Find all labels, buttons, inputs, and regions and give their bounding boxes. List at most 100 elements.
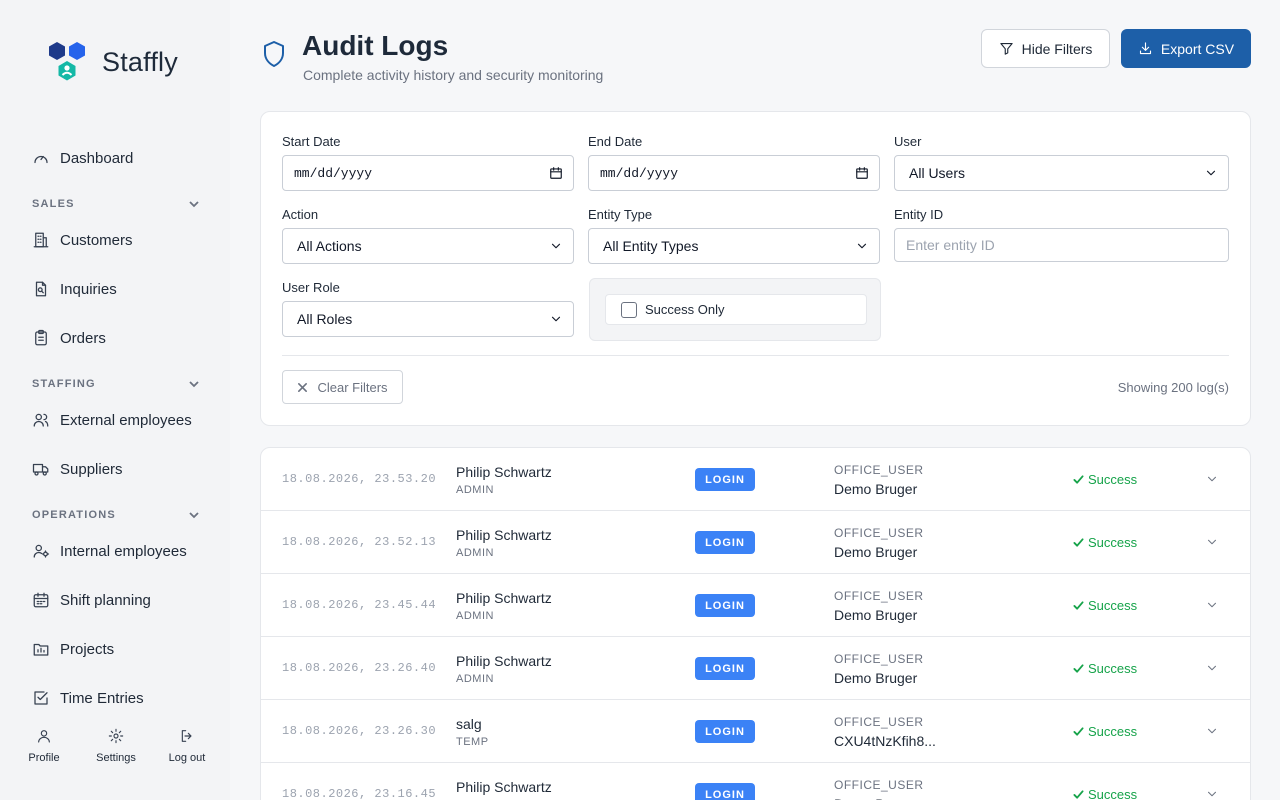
expand-row-button[interactable] — [1205, 472, 1219, 491]
expand-row-button[interactable] — [1205, 724, 1219, 743]
log-entity-name: Demo Bruger — [834, 544, 918, 560]
sidebar-item-external-employees[interactable]: External employees — [32, 408, 192, 432]
log-entity-name: Demo Bruger — [834, 607, 918, 623]
section-operations[interactable]: OPERATIONS — [32, 508, 200, 522]
log-user-role: TEMP — [456, 736, 489, 748]
file-search-icon — [32, 280, 50, 298]
status-label: Success — [1088, 535, 1138, 550]
log-user-role: ADMIN — [456, 484, 494, 496]
sidebar-item-label: Projects — [60, 640, 115, 658]
action-badge: LOGIN — [695, 720, 755, 743]
status-indicator: Success — [1073, 724, 1137, 739]
log-row[interactable]: 18.08.2026, 23.26.40 Philip Schwartz ADMIN… — [261, 637, 1250, 700]
log-row[interactable]: 18.08.2026, 23.45.44 Philip Schwartz ADMIN… — [261, 574, 1250, 637]
building-icon — [32, 231, 50, 249]
end-date-label: End Date — [588, 134, 643, 149]
brand-logo[interactable]: Staffly — [46, 40, 178, 84]
logout-label: Log out — [168, 752, 206, 764]
sidebar-item-inquiries[interactable]: Inquiries — [32, 277, 117, 301]
expand-row-button[interactable] — [1205, 661, 1219, 680]
success-only-label: Success Only — [645, 302, 725, 317]
users-icon — [32, 411, 50, 429]
user-role-select[interactable]: All Roles — [282, 301, 574, 337]
settings-button[interactable]: Settings — [94, 728, 138, 764]
shield-icon — [262, 40, 286, 73]
sidebar-item-label: Orders — [60, 329, 106, 347]
log-timestamp: 18.08.2026, 23.53.20 — [282, 472, 437, 486]
log-row[interactable]: 18.08.2026, 23.53.20 Philip Schwartz ADMIN… — [261, 448, 1250, 511]
log-timestamp: 18.08.2026, 23.52.13 — [282, 535, 437, 549]
sidebar: Staffly Dashboard SALES Customers Inquir… — [0, 0, 230, 800]
log-user-name: salg — [456, 716, 482, 732]
action-select[interactable]: All Actions — [282, 228, 574, 264]
action-badge: LOGIN — [695, 468, 755, 491]
log-user-role: ADMIN — [456, 610, 494, 622]
status-indicator: Success — [1073, 787, 1137, 800]
check-icon — [1073, 790, 1084, 799]
status-indicator: Success — [1073, 598, 1137, 613]
action-select-value: All Actions — [297, 238, 362, 254]
log-row[interactable]: 18.08.2026, 23.52.13 Philip Schwartz ADMIN… — [261, 511, 1250, 574]
sidebar-item-label: Internal employees — [60, 542, 187, 560]
log-entity-type: OFFICE_USER — [834, 526, 924, 540]
close-icon — [298, 382, 308, 392]
expand-row-button[interactable] — [1205, 535, 1219, 554]
sidebar-item-shift-planning[interactable]: Shift planning — [32, 588, 151, 612]
chevron-down-icon — [857, 243, 867, 249]
entity-id-label: Entity ID — [894, 207, 944, 222]
log-timestamp: 18.08.2026, 23.45.44 — [282, 598, 437, 612]
sidebar-item-label: Time Entries — [60, 689, 144, 707]
expand-row-button[interactable] — [1205, 787, 1219, 800]
sidebar-item-label: External employees — [60, 411, 192, 429]
entity-type-select-value: All Entity Types — [603, 238, 699, 254]
start-date-input[interactable]: mm/dd/yyyy — [282, 155, 574, 191]
gear-icon — [108, 728, 124, 744]
chevron-down-icon — [1207, 602, 1217, 608]
sidebar-item-customers[interactable]: Customers — [32, 228, 133, 252]
chevron-down-icon — [1206, 170, 1216, 176]
end-date-value: mm/dd/yyyy — [600, 165, 679, 181]
calendar-icon[interactable] — [855, 166, 869, 180]
entity-id-placeholder: Enter entity ID — [906, 237, 995, 253]
sidebar-item-dashboard[interactable]: Dashboard — [32, 146, 133, 170]
divider — [282, 355, 1229, 356]
log-row[interactable]: 18.08.2026, 23.16.45Philip SchwartzADMIN… — [261, 763, 1250, 800]
profile-button[interactable]: Profile — [28, 728, 60, 764]
chevron-down-icon — [1207, 476, 1217, 482]
success-only-toggle[interactable]: Success Only — [605, 294, 867, 325]
chevron-down-icon — [1207, 539, 1217, 545]
success-only-panel: Success Only — [589, 278, 881, 341]
entity-id-input[interactable]: Enter entity ID — [894, 228, 1229, 262]
log-entity-type: OFFICE_USER — [834, 652, 924, 666]
log-timestamp: 18.08.2026, 23.26.40 — [282, 661, 437, 675]
sidebar-item-projects[interactable]: Projects — [32, 637, 114, 661]
section-sales[interactable]: SALES — [32, 197, 200, 211]
sidebar-item-label: Inquiries — [60, 280, 117, 298]
log-timestamp: 18.08.2026, 23.16.45 — [282, 787, 437, 800]
log-row[interactable]: 18.08.2026, 23.26.30 salg TEMP LOGIN OFFICE_… — [261, 700, 1250, 763]
staffly-logo-icon — [49, 42, 85, 81]
hide-filters-button[interactable]: Hide Filters — [981, 29, 1110, 68]
export-csv-button[interactable]: Export CSV — [1121, 29, 1251, 68]
calendar-icon — [32, 591, 50, 609]
log-timestamp: 18.08.2026, 23.26.30 — [282, 724, 437, 738]
user-cog-icon — [32, 542, 50, 560]
end-date-input[interactable]: mm/dd/yyyy — [588, 155, 880, 191]
user-select[interactable]: All Users — [894, 155, 1229, 191]
logout-button[interactable]: Log out — [167, 728, 207, 764]
sidebar-item-orders[interactable]: Orders — [32, 326, 106, 350]
log-entity-type: OFFICE_USER — [834, 778, 924, 792]
section-title: STAFFING — [32, 378, 96, 390]
section-staffing[interactable]: STAFFING — [32, 377, 200, 391]
sidebar-item-time-entries[interactable]: Time Entries — [32, 686, 144, 710]
action-badge: LOGIN — [695, 531, 755, 554]
check-icon — [1073, 601, 1084, 610]
calendar-icon[interactable] — [549, 166, 563, 180]
sidebar-item-suppliers[interactable]: Suppliers — [32, 457, 123, 481]
expand-row-button[interactable] — [1205, 598, 1219, 617]
entity-type-select[interactable]: All Entity Types — [588, 228, 880, 264]
export-csv-label: Export CSV — [1160, 40, 1235, 57]
success-only-checkbox[interactable] — [621, 301, 637, 318]
sidebar-item-internal-employees[interactable]: Internal employees — [32, 539, 187, 563]
clear-filters-button[interactable]: Clear Filters — [282, 370, 403, 404]
